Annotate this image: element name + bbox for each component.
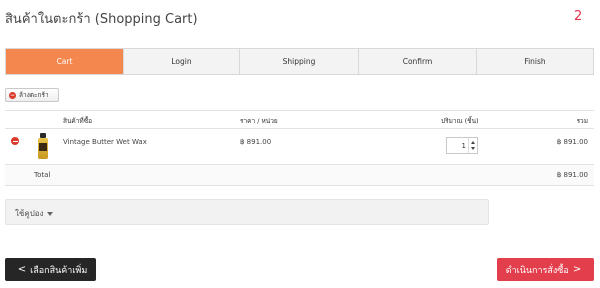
caret-down-icon: [47, 211, 54, 216]
continue-shopping-label: เลือกสินค้าเพิ่ม: [30, 265, 88, 276]
step-login[interactable]: Login: [124, 49, 240, 74]
table-footer: Total ฿ 891.00: [5, 165, 594, 186]
product-name[interactable]: Vintage Butter Wet Wax: [63, 138, 147, 146]
quantity-value[interactable]: 1: [462, 142, 466, 150]
table-row: Vintage Butter Wet Wax ฿ 891.00 1 ฿ 891.…: [5, 129, 594, 165]
quantity-stepper[interactable]: 1: [446, 137, 478, 154]
increment-arrow-icon[interactable]: [471, 141, 475, 144]
cart-table: สินค้าที่ซื้อ ราคา / หน่วย ปริมาณ (ชิ้น)…: [5, 110, 594, 186]
step-confirm[interactable]: Confirm: [359, 49, 477, 74]
clear-cart-button[interactable]: − ล้างตะกร้า: [5, 88, 59, 102]
remove-item-icon[interactable]: [11, 137, 19, 145]
product-unit-price: ฿ 891.00: [240, 138, 272, 146]
table-header: สินค้าที่ซื้อ ราคา / หน่วย ปริมาณ (ชิ้น)…: [5, 110, 594, 129]
chevron-right-icon: >: [572, 264, 582, 275]
checkout-steps: Cart Login Shipping Confirm Finish: [5, 48, 594, 75]
chevron-left-icon: <: [17, 264, 27, 275]
cart-count-badge: 2: [574, 9, 583, 24]
quantity-spin-buttons[interactable]: [468, 138, 477, 153]
column-total: รวม: [576, 117, 588, 125]
coupon-label: ใช้คูปอง: [15, 209, 44, 218]
column-product: สินค้าที่ซื้อ: [63, 117, 93, 125]
page-title: สินค้าในตะกร้า (Shopping Cart): [5, 12, 198, 27]
decrement-arrow-icon[interactable]: [471, 147, 475, 150]
clear-cart-label: ล้างตะกร้า: [19, 91, 49, 99]
row-total: ฿ 891.00: [556, 138, 588, 146]
checkout-label: ดำเนินการสั่งซื้อ: [505, 265, 569, 276]
grand-total: ฿ 891.00: [556, 171, 588, 179]
step-finish[interactable]: Finish: [477, 49, 593, 74]
column-unit-price: ราคา / หน่วย: [240, 117, 278, 125]
column-quantity: ปริมาณ (ชิ้น): [441, 117, 479, 125]
step-cart[interactable]: Cart: [6, 49, 124, 74]
product-thumbnail[interactable]: [38, 133, 48, 159]
continue-shopping-button[interactable]: < เลือกสินค้าเพิ่ม: [5, 258, 96, 281]
step-shipping[interactable]: Shipping: [240, 49, 359, 74]
checkout-button[interactable]: ดำเนินการสั่งซื้อ >: [497, 258, 594, 281]
total-label: Total: [34, 171, 51, 179]
coupon-toggle[interactable]: ใช้คูปอง: [5, 199, 489, 225]
minus-circle-icon: −: [9, 91, 16, 99]
